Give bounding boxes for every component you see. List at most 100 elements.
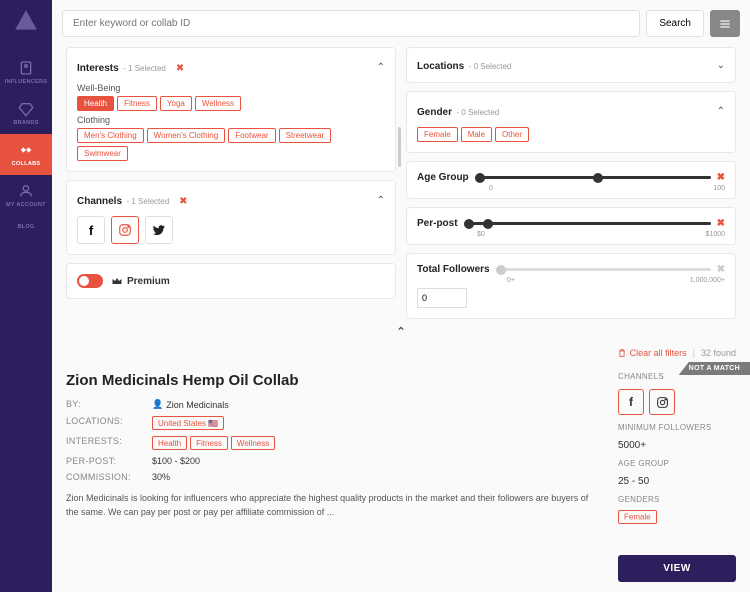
chevron-up-icon[interactable]: ⌃: [717, 106, 725, 117]
per-post-value: $100 - $200: [152, 456, 602, 466]
per-post-card: Per-post ✖ $0 $1000: [406, 207, 736, 245]
premium-card: Premium: [66, 263, 396, 299]
age-group-title: Age Group: [417, 172, 469, 183]
locations-label: LOCATIONS:: [66, 416, 144, 430]
main-content: Search Interests - 1 Selected ✖ ⌃ Well-B…: [52, 0, 750, 592]
channel-twitter[interactable]: [145, 216, 173, 244]
result-card: Zion Medicinals Hemp Oil Collab BY: 👤 Zi…: [66, 372, 602, 582]
search-button[interactable]: Search: [646, 10, 704, 37]
interests-card: Interests - 1 Selected ✖ ⌃ Well-Being He…: [66, 47, 396, 172]
by-label: BY:: [66, 399, 144, 410]
search-bar: Search: [52, 0, 750, 47]
tag-female[interactable]: Female: [417, 127, 458, 142]
meta-row: Clear all filters | 32 found: [52, 344, 750, 362]
location-tag: United States 🇺🇸: [152, 416, 224, 430]
side-channel-instagram: [649, 389, 675, 415]
per-post-title: Per-post: [417, 218, 458, 229]
total-followers-title: Total Followers: [417, 264, 490, 275]
nav-my-account[interactable]: MY ACCOUNT: [0, 175, 52, 216]
followers-min: 0+: [507, 277, 515, 284]
nav-influencers[interactable]: INFLUENCERS: [0, 52, 52, 93]
tag-yoga[interactable]: Yoga: [160, 96, 192, 111]
tag-male[interactable]: Male: [461, 127, 492, 142]
side-genders-label: GENDERS: [618, 495, 736, 504]
channel-facebook[interactable]: f: [77, 216, 105, 244]
chevron-up-icon[interactable]: ⌃: [377, 62, 385, 73]
channels-count: - 1 Selected: [126, 197, 169, 206]
side-gender-tag: Female: [618, 510, 657, 524]
channels-title: Channels: [77, 196, 122, 207]
tag-womens-clothing[interactable]: Women's Clothing: [147, 128, 226, 143]
tag-wellness[interactable]: Wellness: [195, 96, 241, 111]
nav-brands[interactable]: BRANDS: [0, 93, 52, 134]
group-label-clothing: Clothing: [77, 115, 385, 125]
logo-icon: [13, 8, 39, 34]
clear-all-filters[interactable]: Clear all filters: [617, 348, 687, 358]
interest-tag: Fitness: [190, 436, 228, 450]
results-count: 32 found: [701, 348, 736, 358]
locations-count: - 0 Selected: [469, 62, 512, 71]
chevron-down-icon[interactable]: ⌄: [717, 60, 725, 71]
interests-title: Interests: [77, 63, 119, 74]
result-title: Zion Medicinals Hemp Oil Collab: [66, 372, 602, 389]
nav-label: BLOG: [17, 224, 34, 230]
tag-mens-clothing[interactable]: Men's Clothing: [77, 128, 144, 143]
nav-blog[interactable]: BLOG: [0, 216, 52, 238]
age-group-card: Age Group ✖ 0 100: [406, 161, 736, 199]
crown-icon: [111, 275, 123, 287]
age-clear-icon[interactable]: ✖: [717, 172, 725, 183]
nav-label: COLLABS: [12, 161, 41, 167]
channel-instagram[interactable]: [111, 216, 139, 244]
view-button[interactable]: VIEW: [618, 555, 736, 582]
side-age-label: AGE GROUP: [618, 459, 736, 468]
wellbeing-tags: Health Fitness Yoga Wellness: [77, 96, 385, 111]
sidebar: INFLUENCERS BRANDS COLLABS MY ACCOUNT BL…: [0, 0, 52, 592]
result-description: Zion Medicinals is looking for influence…: [66, 492, 602, 519]
premium-toggle[interactable]: [77, 274, 103, 288]
per-post-clear-icon[interactable]: ✖: [717, 218, 725, 229]
age-min: 0: [489, 185, 493, 192]
filters-panel: Interests - 1 Selected ✖ ⌃ Well-Being He…: [52, 47, 750, 319]
trash-icon: [617, 348, 627, 358]
channels-card: Channels - 1 Selected ✖ ⌃ f: [66, 180, 396, 255]
separator: |: [693, 348, 695, 358]
result-sidebar: CHANNELS f MINIMUM FOLLOWERS 5000+ AGE G…: [618, 372, 736, 582]
clothing-tags: Men's Clothing Women's Clothing Footwear…: [77, 128, 385, 161]
interests-clear-icon[interactable]: ✖: [170, 63, 184, 74]
section-collapse: ⌃: [52, 319, 750, 344]
per-post-min: $0: [477, 231, 485, 238]
gender-title: Gender: [417, 107, 452, 118]
interest-tag: Health: [152, 436, 187, 450]
age-max: 100: [713, 185, 725, 192]
search-input[interactable]: [62, 10, 640, 37]
side-followers-value: 5000+: [618, 440, 736, 451]
followers-input[interactable]: [417, 288, 467, 308]
by-value: 👤 Zion Medicinals: [152, 399, 602, 410]
side-channel-facebook: f: [618, 389, 644, 415]
tag-streetwear[interactable]: Streetwear: [279, 128, 332, 143]
tag-fitness[interactable]: Fitness: [117, 96, 157, 111]
per-post-slider[interactable]: [464, 222, 711, 225]
results-list: NOT A MATCH Zion Medicinals Hemp Oil Col…: [52, 362, 750, 592]
tag-footwear[interactable]: Footwear: [228, 128, 275, 143]
filters-left-column: Interests - 1 Selected ✖ ⌃ Well-Being He…: [66, 47, 396, 319]
channels-clear-icon[interactable]: ✖: [174, 196, 188, 207]
tag-swimwear[interactable]: Swimwear: [77, 146, 128, 161]
followers-clear-icon[interactable]: ✖: [717, 264, 725, 275]
scroll-indicator: [398, 127, 401, 167]
tag-other[interactable]: Other: [495, 127, 529, 142]
nav-label: BRANDS: [13, 120, 38, 126]
per-post-max: $1000: [706, 231, 725, 238]
chevron-up-icon[interactable]: ⌃: [377, 195, 385, 206]
age-slider[interactable]: [475, 176, 711, 179]
tag-health[interactable]: Health: [77, 96, 114, 111]
locations-card: Locations - 0 Selected ⌄: [406, 47, 736, 83]
followers-max: 1,000,000+: [690, 277, 725, 284]
chevron-up-icon[interactable]: ⌃: [396, 325, 405, 338]
per-post-label: PER-POST:: [66, 456, 144, 466]
followers-slider[interactable]: [496, 268, 711, 271]
collapse-filters-button[interactable]: [710, 10, 740, 37]
nav-collabs[interactable]: COLLABS: [0, 134, 52, 175]
nav-label: MY ACCOUNT: [6, 202, 46, 208]
total-followers-card: Total Followers ✖ 0+ 1,000,000+: [406, 253, 736, 319]
